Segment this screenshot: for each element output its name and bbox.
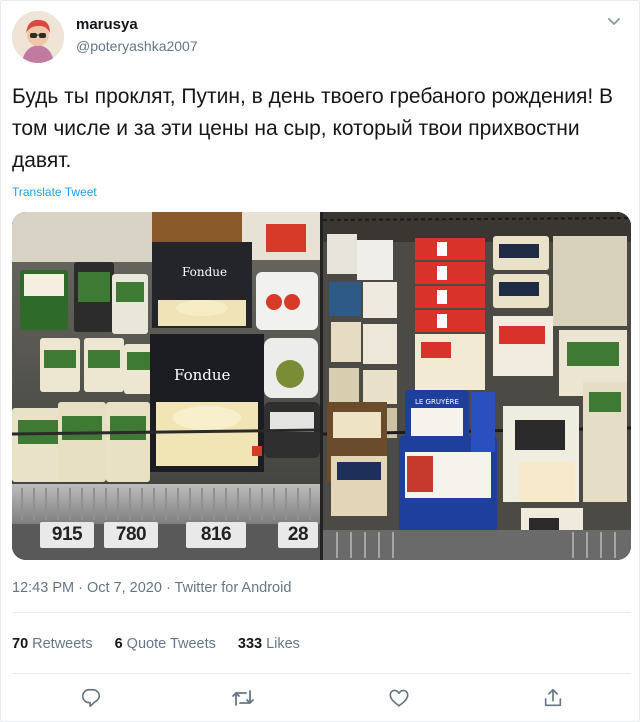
retweet-icon <box>232 690 254 706</box>
photo-cheese-shelf-left[interactable]: Fondue Fondue 915 780 816 28 <box>12 212 320 560</box>
share-icon <box>544 688 562 707</box>
user-handle[interactable]: @poteryashka2007 <box>76 38 198 54</box>
likes-count: 333 <box>237 636 263 652</box>
share-button[interactable] <box>538 683 568 713</box>
fondue-label-top: Fondue <box>182 265 227 279</box>
like-button[interactable] <box>384 683 414 713</box>
fondue-label-main: Fondue <box>174 366 231 384</box>
retweet-button[interactable] <box>228 683 258 713</box>
quote-tweets-stat[interactable]: 6 Quote Tweets <box>115 636 216 652</box>
gruyere-label: LE GRUYÈRE <box>415 397 459 406</box>
reply-button[interactable] <box>76 683 106 713</box>
retweets-label: Retweets <box>32 636 93 652</box>
quote-tweets-count: 6 <box>114 636 123 652</box>
avatar[interactable] <box>12 11 64 63</box>
cheese-shelf-image: LE GRUYÈRE <box>323 212 631 560</box>
cheese-shelf-image: Fondue Fondue <box>12 212 320 560</box>
price-tag: 816 <box>186 522 246 548</box>
tweet-stats: 70 Retweets 6 Quote Tweets 333 Likes <box>12 633 322 655</box>
likes-stat[interactable]: 333 Likes <box>238 636 300 652</box>
retweets-stat[interactable]: 70 Retweets <box>12 636 93 652</box>
quote-tweets-label: Quote Tweets <box>126 636 216 652</box>
photo-cheese-shelf-right[interactable]: LE GRUYÈRE <box>323 212 631 560</box>
like-icon <box>389 689 409 707</box>
retweets-count: 70 <box>12 636 29 652</box>
user-name[interactable]: marusya <box>76 16 138 33</box>
tweet-timestamp[interactable]: 12:43 PM · Oct 7, 2020 · Twitter for And… <box>12 580 291 596</box>
price-tag: 780 <box>104 522 158 548</box>
tweet-card: marusya @poteryashka2007 Будь ты проклят… <box>0 0 640 722</box>
likes-label: Likes <box>266 636 300 652</box>
divider <box>12 673 631 674</box>
chevron-down-icon <box>608 18 620 25</box>
reply-icon <box>81 688 101 708</box>
price-tag: 915 <box>40 522 94 548</box>
price-tag: 28 <box>278 522 318 548</box>
translate-tweet-link[interactable]: Translate Tweet <box>12 185 97 199</box>
tweet-actions <box>1 683 640 713</box>
avatar-image <box>12 11 64 63</box>
tweet-media[interactable]: Fondue Fondue 915 780 816 28 LE GRUYÈRE <box>12 212 631 560</box>
more-options-button[interactable] <box>603 11 625 33</box>
tweet-text: Будь ты проклят, Путин, в день твоего гр… <box>12 85 614 172</box>
divider <box>12 612 631 613</box>
